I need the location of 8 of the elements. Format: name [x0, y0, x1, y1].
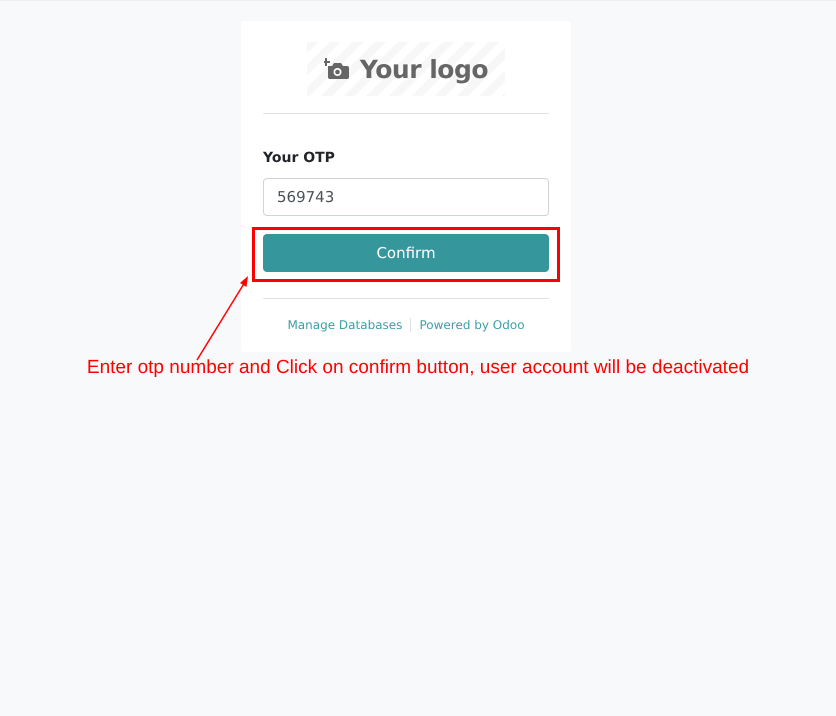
otp-label: Your OTP [263, 150, 336, 166]
otp-input[interactable]: 569743 [263, 178, 549, 216]
footer-link[interactable]: Manage Databases [287, 318, 402, 332]
footer-link[interactable]: Powered by Odoo [419, 318, 525, 332]
camera-icon [324, 58, 350, 80]
annotation-text: Enter otp number and Click on confirm button, user account will be deactivated [86, 357, 750, 379]
logo-text: Your logo [360, 54, 488, 84]
confirm-button[interactable]: Confirm [263, 234, 549, 272]
